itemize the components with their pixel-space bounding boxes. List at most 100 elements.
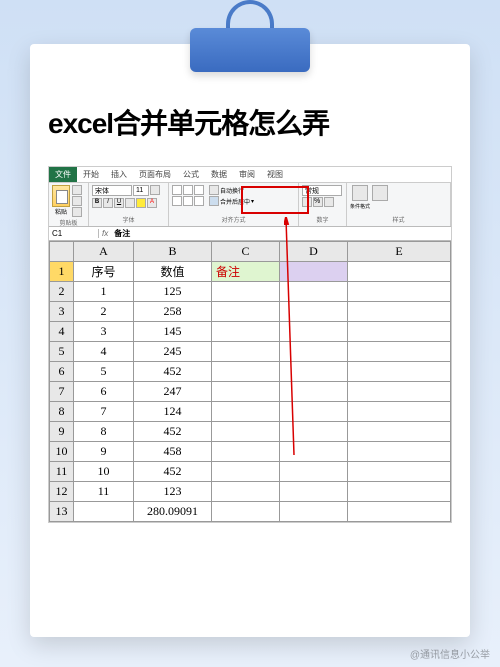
cell-D[interactable] bbox=[280, 302, 348, 322]
col-B[interactable]: B bbox=[134, 242, 212, 262]
number-format-select[interactable]: 常规 bbox=[302, 185, 342, 196]
underline-icon[interactable]: U bbox=[114, 198, 124, 208]
row-header[interactable]: 4 bbox=[50, 322, 74, 342]
currency-icon[interactable] bbox=[302, 197, 312, 207]
cell-A[interactable]: 4 bbox=[74, 342, 134, 362]
cell-E[interactable] bbox=[348, 322, 451, 342]
cell-C[interactable] bbox=[212, 342, 280, 362]
cell-B[interactable]: 124 bbox=[134, 402, 212, 422]
cell-E1[interactable] bbox=[348, 262, 451, 282]
corner-cell[interactable] bbox=[50, 242, 74, 262]
cell-C[interactable] bbox=[212, 362, 280, 382]
col-A[interactable]: A bbox=[74, 242, 134, 262]
row-header[interactable]: 6 bbox=[50, 362, 74, 382]
align-middle-icon[interactable] bbox=[183, 185, 193, 195]
cell-E[interactable] bbox=[348, 382, 451, 402]
cell-B1[interactable]: 数值 bbox=[134, 262, 212, 282]
cell-E[interactable] bbox=[348, 302, 451, 322]
cell-D[interactable] bbox=[280, 462, 348, 482]
cell-A[interactable]: 3 bbox=[74, 322, 134, 342]
cell-B[interactable]: 247 bbox=[134, 382, 212, 402]
cell-A[interactable]: 5 bbox=[74, 362, 134, 382]
row-header[interactable]: 2 bbox=[50, 282, 74, 302]
cell-A[interactable] bbox=[74, 502, 134, 522]
cell-C1[interactable]: 备注 bbox=[212, 262, 280, 282]
row-header[interactable]: 9 bbox=[50, 422, 74, 442]
font-grow-icon[interactable] bbox=[150, 185, 160, 195]
format-painter-icon[interactable] bbox=[72, 207, 82, 217]
cell-A[interactable]: 2 bbox=[74, 302, 134, 322]
cell-C[interactable] bbox=[212, 322, 280, 342]
cell-B[interactable]: 280.09091 bbox=[134, 502, 212, 522]
cell-C[interactable] bbox=[212, 482, 280, 502]
cell-E[interactable] bbox=[348, 462, 451, 482]
cell-C[interactable] bbox=[212, 382, 280, 402]
cell-D[interactable] bbox=[280, 322, 348, 342]
cell-A[interactable]: 10 bbox=[74, 462, 134, 482]
cell-D[interactable] bbox=[280, 442, 348, 462]
cut-icon[interactable] bbox=[72, 185, 82, 195]
row-header[interactable]: 10 bbox=[50, 442, 74, 462]
tab-data[interactable]: 数据 bbox=[205, 167, 233, 182]
tab-insert[interactable]: 插入 bbox=[105, 167, 133, 182]
cell-C[interactable] bbox=[212, 282, 280, 302]
paste-icon[interactable] bbox=[52, 185, 70, 207]
tab-file[interactable]: 文件 bbox=[49, 167, 77, 182]
cell-C[interactable] bbox=[212, 402, 280, 422]
wrap-text-button[interactable]: 自动换行 bbox=[209, 185, 254, 195]
row-header[interactable]: 5 bbox=[50, 342, 74, 362]
cell-A[interactable]: 1 bbox=[74, 282, 134, 302]
cell-E[interactable] bbox=[348, 482, 451, 502]
cell-E[interactable] bbox=[348, 422, 451, 442]
cell-C[interactable] bbox=[212, 502, 280, 522]
cell-A1[interactable]: 序号 bbox=[74, 262, 134, 282]
cell-C[interactable] bbox=[212, 422, 280, 442]
row-header[interactable]: 12 bbox=[50, 482, 74, 502]
italic-icon[interactable]: I bbox=[103, 198, 113, 208]
formula-input[interactable]: 备注 bbox=[111, 228, 451, 239]
fill-color-icon[interactable] bbox=[136, 198, 146, 208]
cell-B[interactable]: 145 bbox=[134, 322, 212, 342]
cell-E[interactable] bbox=[348, 362, 451, 382]
tab-page-layout[interactable]: 页面布局 bbox=[133, 167, 177, 182]
cell-C[interactable] bbox=[212, 302, 280, 322]
cell-B[interactable]: 258 bbox=[134, 302, 212, 322]
cell-D[interactable] bbox=[280, 282, 348, 302]
row-1-header[interactable]: 1 bbox=[50, 262, 74, 282]
cell-B[interactable]: 452 bbox=[134, 422, 212, 442]
tab-view[interactable]: 视图 bbox=[261, 167, 289, 182]
cell-D[interactable] bbox=[280, 342, 348, 362]
tab-formulas[interactable]: 公式 bbox=[177, 167, 205, 182]
cell-E[interactable] bbox=[348, 342, 451, 362]
cell-B[interactable]: 458 bbox=[134, 442, 212, 462]
cell-C[interactable] bbox=[212, 442, 280, 462]
font-size-select[interactable]: 11 bbox=[133, 185, 149, 196]
row-header[interactable]: 13 bbox=[50, 502, 74, 522]
cell-A[interactable]: 7 bbox=[74, 402, 134, 422]
cell-B[interactable]: 452 bbox=[134, 362, 212, 382]
cell-D1[interactable] bbox=[280, 262, 348, 282]
percent-icon[interactable]: % bbox=[313, 197, 323, 207]
table-format-icon[interactable] bbox=[372, 185, 388, 201]
comma-icon[interactable] bbox=[324, 197, 334, 207]
bold-icon[interactable]: B bbox=[92, 198, 102, 208]
cell-E[interactable] bbox=[348, 442, 451, 462]
align-bottom-icon[interactable] bbox=[194, 185, 204, 195]
row-header[interactable]: 8 bbox=[50, 402, 74, 422]
align-left-icon[interactable] bbox=[172, 196, 182, 206]
cell-B[interactable]: 245 bbox=[134, 342, 212, 362]
cell-B[interactable]: 125 bbox=[134, 282, 212, 302]
cell-A[interactable]: 9 bbox=[74, 442, 134, 462]
tab-review[interactable]: 审阅 bbox=[233, 167, 261, 182]
cell-E[interactable] bbox=[348, 402, 451, 422]
align-top-icon[interactable] bbox=[172, 185, 182, 195]
cell-B[interactable]: 123 bbox=[134, 482, 212, 502]
cell-B[interactable]: 452 bbox=[134, 462, 212, 482]
cell-E[interactable] bbox=[348, 502, 451, 522]
col-E[interactable]: E bbox=[348, 242, 451, 262]
cell-E[interactable] bbox=[348, 282, 451, 302]
row-header[interactable]: 11 bbox=[50, 462, 74, 482]
cell-D[interactable] bbox=[280, 362, 348, 382]
cell-D[interactable] bbox=[280, 502, 348, 522]
row-header[interactable]: 3 bbox=[50, 302, 74, 322]
